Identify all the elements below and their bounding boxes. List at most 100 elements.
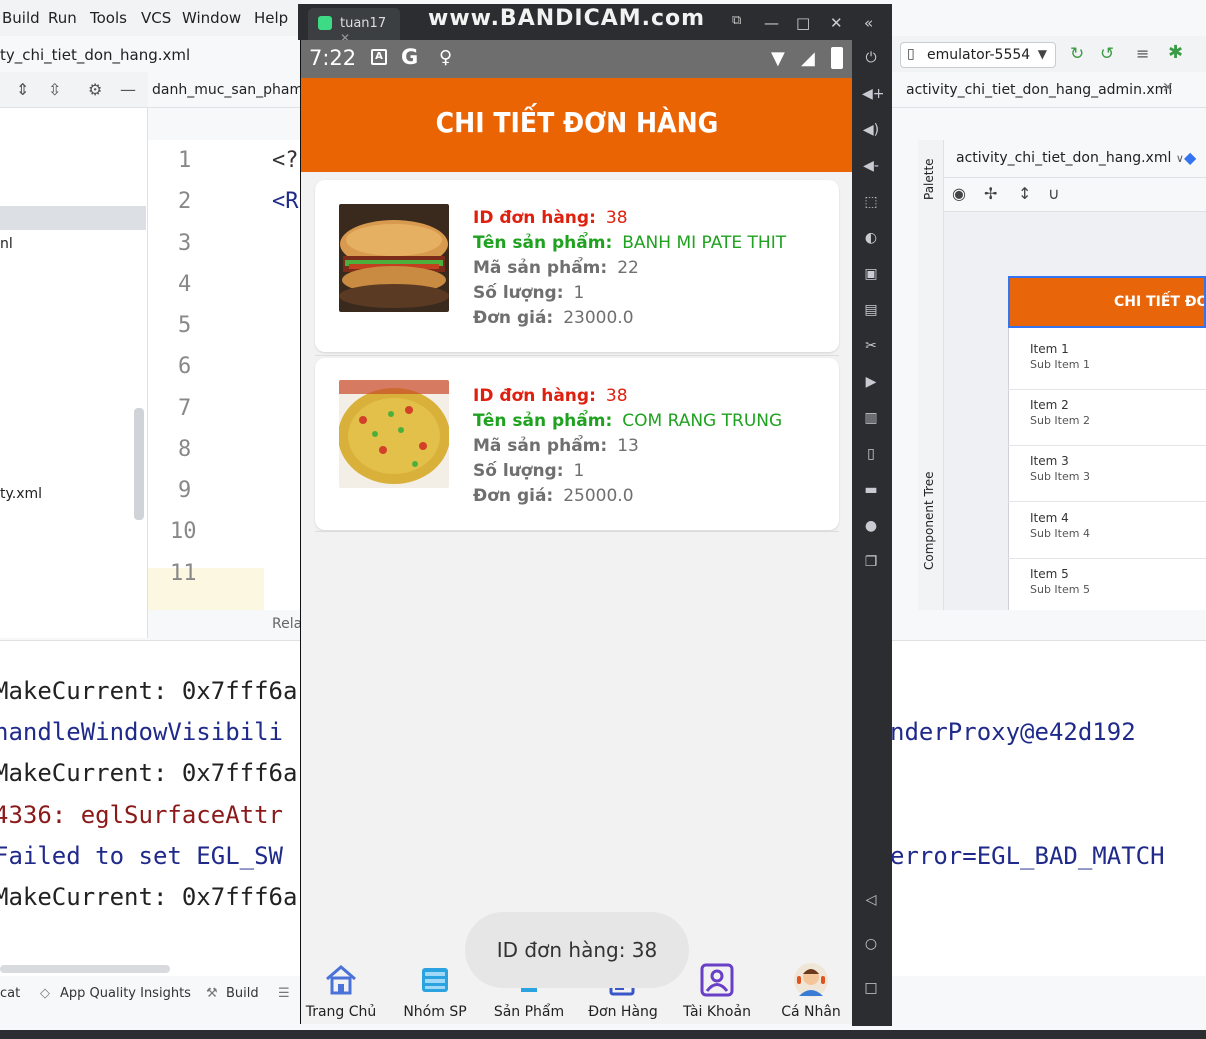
editor-tab[interactable]: danh_muc_san_pham.x <box>148 72 300 108</box>
product-image-com-rang <box>339 380 449 488</box>
pan-icon[interactable]: ✢ <box>984 184 997 203</box>
app-quality-insights-tool[interactable]: App Quality Insights <box>60 986 191 1001</box>
order-detail-card[interactable]: ID đơn hàng: 38 Tên sản phẩm: BANH MI PATE… <box>315 180 839 352</box>
device-frame-icon[interactable]: ▯ <box>862 446 880 462</box>
preview-header[interactable]: CHI TIẾT ĐƠN <box>1008 276 1206 328</box>
apply-changes-icon[interactable]: ↻ <box>1070 44 1084 64</box>
nav-categories[interactable]: Nhóm SP <box>389 962 481 1020</box>
project-tree: nl ty.xml <box>0 108 148 638</box>
product-code-label: Mã sản phẩm: <box>473 258 608 278</box>
menu-tools[interactable]: Tools <box>90 9 127 27</box>
log-text: handleWindowVisibili <box>0 718 283 746</box>
preview-item-sub: Sub Item 3 <box>1030 470 1090 483</box>
diamond-icon: ◇ <box>40 986 50 1001</box>
rotate-icon[interactable]: ◐ <box>862 230 880 246</box>
code-editor[interactable]: <? <R <box>264 140 300 610</box>
snapshot-icon[interactable]: ▣ <box>862 266 880 282</box>
unit-price-label: Đơn giá: <box>473 308 554 328</box>
product-name-value: BANH MI PATE THIT <box>622 233 787 253</box>
overview-icon[interactable]: □ <box>862 980 880 996</box>
nav-home[interactable]: Trang Chủ <box>301 962 387 1020</box>
order-detail-card[interactable]: ID đơn hàng: 38 Tên sản phẩm: COM RANG TRU… <box>315 358 839 530</box>
unit-price-label: Đơn giá: <box>473 486 554 506</box>
apply-code-changes-icon[interactable]: ↺ <box>1100 44 1114 64</box>
nav-label: Cá Nhân <box>781 1004 841 1020</box>
maximize-icon[interactable]: □ <box>796 14 810 32</box>
tree-item[interactable]: ty.xml <box>0 486 42 502</box>
nav-label: Nhóm SP <box>403 1004 467 1020</box>
tree-scrollbar[interactable] <box>134 408 144 520</box>
preview-item-title: Item 1 <box>1030 342 1069 356</box>
power-icon[interactable]: ⏻ <box>862 50 880 66</box>
close-icon[interactable]: ✕ <box>1162 80 1174 96</box>
list-icon: ☰ <box>278 986 290 1001</box>
sync-icon[interactable]: ≡ <box>1136 44 1149 63</box>
multi-display-icon[interactable]: ❐ <box>862 554 880 570</box>
menu-window[interactable]: Window <box>182 9 241 27</box>
menu-vcs[interactable]: VCS <box>141 9 171 27</box>
tree-item[interactable]: nl <box>0 236 13 252</box>
nav-account[interactable]: Tài Khoản <box>671 962 763 1020</box>
rela-tab[interactable]: Rela <box>148 610 302 638</box>
nav-profile[interactable]: Cá Nhân <box>765 962 852 1020</box>
home-circle-icon[interactable]: ○ <box>862 936 880 952</box>
preview-item-title: Item 2 <box>1030 398 1069 412</box>
menu-build[interactable]: Build <box>2 9 40 27</box>
vertical-resize-icon[interactable]: ↕ <box>1018 184 1031 203</box>
record-icon[interactable]: ▶ <box>862 374 880 390</box>
collapse-panel-icon[interactable]: « <box>864 14 873 32</box>
editor-tab-admin[interactable]: activity_chi_tiet_don_hang_admin.xml ✕ <box>892 72 1206 108</box>
apk-icon[interactable]: ▤ <box>862 302 880 318</box>
logcat-scrollbar[interactable] <box>0 965 170 973</box>
log-text: 4336: eglSurfaceAttr <box>0 801 283 829</box>
menu-help[interactable]: Help <box>254 9 288 27</box>
debug-bug-icon[interactable]: ✱ <box>1168 42 1183 63</box>
settings-icon[interactable]: ▥ <box>862 410 880 426</box>
logcat-tool[interactable]: cat <box>0 986 20 1001</box>
quantity-value: 1 <box>573 283 585 303</box>
log-text: Failed to set EGL_SW <box>0 842 283 870</box>
collapse-all-icon[interactable]: ⇳ <box>48 80 61 99</box>
order-id-row: ID đơn hàng: 38 <box>473 384 782 409</box>
divider <box>1008 389 1206 390</box>
nav-label: Đơn Hàng <box>588 1004 658 1020</box>
menu-run[interactable]: Run <box>48 9 77 27</box>
device-tab-label: tuan17 <box>340 16 387 31</box>
minimize-icon[interactable]: — <box>764 14 779 32</box>
preview-list-item: Item 1 Sub Item 1 <box>1030 342 1206 371</box>
component-tree-tab[interactable]: Component Tree <box>922 472 936 570</box>
volume-down-icon[interactable]: ◀- <box>862 158 880 174</box>
cell-signal-icon: ◢ <box>801 48 815 69</box>
design-file-selector[interactable]: activity_chi_tiet_don_hang.xml ∨ ◆ <box>944 140 1206 178</box>
profile-avatar-icon <box>793 962 829 998</box>
order-info: ID đơn hàng: 38 Tên sản phẩm: BANH MI PATE… <box>473 206 786 331</box>
screenshot-region-icon[interactable]: ⬚ <box>862 194 880 210</box>
line-number: 9 <box>178 478 192 503</box>
volume-up-icon[interactable]: ◀) <box>862 122 880 138</box>
gear-icon[interactable]: ⚙ <box>88 80 102 99</box>
eye-icon[interactable]: ◉ <box>952 184 966 203</box>
magnet-icon[interactable]: ∪ <box>1048 184 1060 203</box>
product-name-value: COM RANG TRUNG <box>622 411 783 431</box>
notification-a-icon: A <box>371 49 387 65</box>
expand-all-icon[interactable]: ⇕ <box>16 80 29 99</box>
folder-icon[interactable]: ▬ <box>862 482 880 498</box>
build-tool[interactable]: Build <box>226 986 259 1001</box>
order-id-value: 38 <box>605 208 628 228</box>
layers-icon[interactable]: ◆ <box>1184 148 1196 167</box>
unit-price-row: Đơn giá: 25000.0 <box>473 484 782 509</box>
volume-up-icon[interactable]: ◀+ <box>862 86 885 102</box>
device-selector[interactable]: ▯ emulator-5554 ▼ <box>900 42 1056 68</box>
preview-list-item: Item 4 Sub Item 4 <box>1030 511 1206 540</box>
popout-icon[interactable]: ⧉ <box>732 13 741 28</box>
preview-item-title: Item 3 <box>1030 454 1069 468</box>
location-icon[interactable]: ● <box>862 518 880 534</box>
tree-selection <box>0 206 146 230</box>
minimize-icon[interactable]: — <box>120 80 136 99</box>
palette-tab[interactable]: Palette <box>922 158 936 200</box>
close-icon[interactable]: ✕ <box>830 14 843 32</box>
preview-item-title: Item 5 <box>1030 567 1069 581</box>
emulator-device-tab[interactable]: tuan17 ✕ <box>308 8 400 45</box>
back-icon[interactable]: ◁ <box>862 892 880 908</box>
tools-icon[interactable]: ✂ <box>862 338 880 354</box>
